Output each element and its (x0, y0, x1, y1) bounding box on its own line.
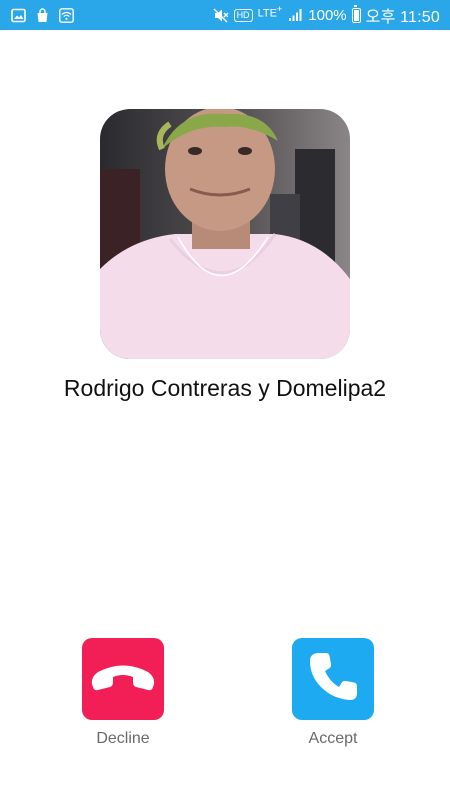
shopping-bag-icon (34, 7, 50, 23)
decline-button[interactable] (82, 638, 164, 720)
hang-up-icon (88, 657, 158, 702)
signal-icon (287, 7, 303, 23)
caller-avatar (100, 109, 350, 359)
network-type: LTE+ (257, 4, 283, 20)
hd-badge: HD (233, 8, 253, 22)
image-icon (10, 7, 26, 23)
accept-button[interactable] (292, 638, 374, 720)
accept-label: Accept (308, 730, 358, 747)
caller-name: Rodrigo Contreras y Domelipa2 (63, 375, 387, 401)
phone-icon (305, 649, 361, 710)
wifi-icon (58, 7, 74, 23)
mute-icon (213, 7, 229, 23)
clock: 오후 11:50 (365, 9, 440, 26)
notification-icons (10, 7, 74, 23)
battery-percent: 100% (308, 6, 347, 24)
status-bar: HD LTE+ 100% 오후 11:50 (0, 0, 450, 30)
system-status: HD LTE+ 100% 오후 11:50 (213, 3, 440, 27)
decline-label: Decline (96, 730, 150, 747)
battery-icon (351, 4, 361, 23)
